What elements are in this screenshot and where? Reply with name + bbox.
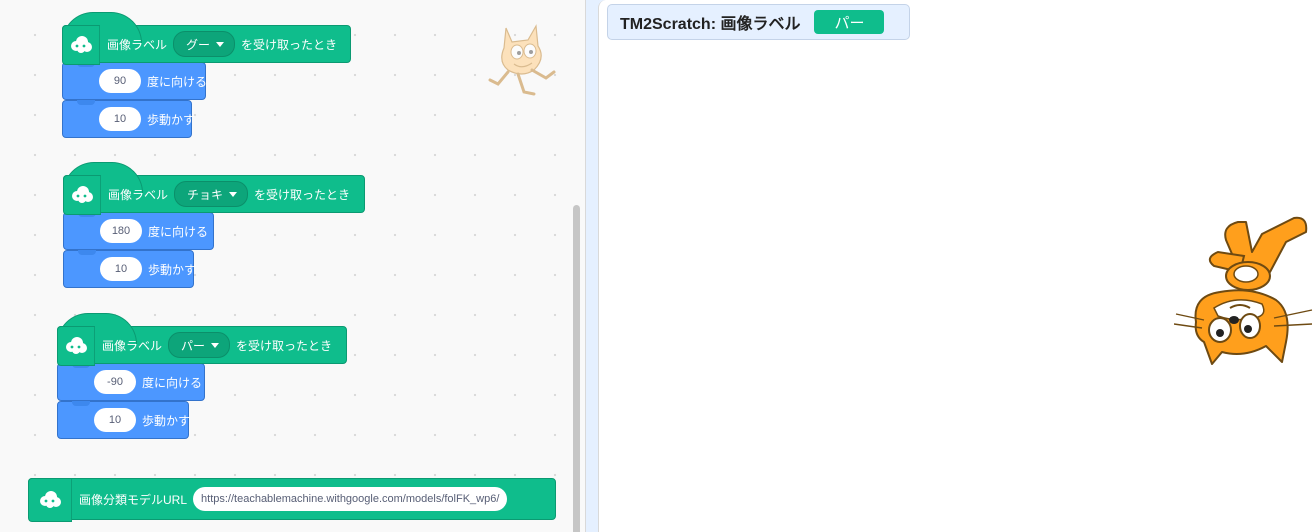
turn-block-label: 度に向ける: [148, 224, 209, 239]
move-block-label: 歩動かす: [147, 112, 196, 127]
chevron-down-icon: [211, 342, 220, 348]
teachable-machine-icon: [63, 175, 101, 215]
hat-label-suffix: を受け取ったとき: [241, 37, 338, 52]
teachable-machine-icon: [62, 25, 100, 65]
hat-label-text: 画像ラベル: [102, 338, 163, 353]
move-block-label: 歩動かす: [142, 413, 191, 428]
move-steps-input[interactable]: 10: [100, 257, 142, 281]
move-block[interactable]: 10 歩動かす: [62, 100, 196, 138]
move-steps-input[interactable]: 10: [99, 107, 141, 131]
move-block[interactable]: 10 歩動かす: [63, 250, 197, 288]
turn-degrees-input[interactable]: 180: [100, 219, 142, 243]
teachable-machine-icon: [28, 478, 72, 522]
monitor-value: パー: [814, 10, 885, 34]
teachable-machine-icon: [57, 326, 95, 366]
label-dropdown[interactable]: チョキ: [174, 181, 249, 207]
turn-block[interactable]: 180 度に向ける: [63, 212, 214, 250]
hat-label-text: 画像ラベル: [107, 37, 168, 52]
hat-label-suffix: を受け取ったとき: [254, 187, 351, 202]
chevron-down-icon: [229, 191, 238, 197]
stage[interactable]: TM2Scratch: 画像ラベル パー: [598, 0, 1315, 532]
workspace-scrollbar-thumb[interactable]: [573, 205, 580, 532]
move-block-label: 歩動かす: [148, 262, 197, 277]
move-steps-input[interactable]: 10: [94, 408, 136, 432]
model-url-label: 画像分類モデルURL: [79, 492, 188, 507]
move-block[interactable]: 10 歩動かす: [57, 401, 191, 439]
turn-block[interactable]: -90 度に向ける: [57, 363, 205, 401]
image-label-hat-block[interactable]: 画像ラベル パー を受け取ったとき: [57, 313, 347, 366]
turn-block-label: 度に向ける: [147, 74, 208, 89]
label-dropdown[interactable]: パー: [168, 332, 231, 358]
code-workspace[interactable]: 90 度に向ける 10 歩動かす 画像ラベル グー を受け取ったとき 180 度…: [0, 0, 586, 532]
turn-degrees-input[interactable]: 90: [99, 69, 141, 93]
label-dropdown[interactable]: グー: [173, 31, 236, 57]
hat-label-suffix: を受け取ったとき: [236, 338, 333, 353]
turn-degrees-input[interactable]: -90: [94, 370, 136, 394]
image-label-hat-block[interactable]: 画像ラベル グー を受け取ったとき: [62, 12, 351, 65]
label-dropdown-value: パー: [181, 338, 206, 353]
variable-monitor[interactable]: TM2Scratch: 画像ラベル パー: [607, 4, 910, 40]
hat-label-text: 画像ラベル: [108, 187, 169, 202]
model-url-input[interactable]: https://teachablemachine.withgoogle.com/…: [193, 487, 508, 511]
sprite-watermark-icon: [488, 24, 556, 96]
turn-block[interactable]: 90 度に向ける: [62, 62, 208, 100]
scratch-cat-sprite[interactable]: [1174, 212, 1314, 372]
model-url-block[interactable]: 画像分類モデルURL https://teachablemachine.with…: [28, 478, 556, 522]
image-label-hat-block[interactable]: 画像ラベル チョキ を受け取ったとき: [63, 162, 365, 215]
monitor-label: TM2Scratch: 画像ラベル: [620, 16, 801, 33]
turn-block-label: 度に向ける: [142, 375, 203, 390]
label-dropdown-value: グー: [186, 37, 211, 52]
label-dropdown-value: チョキ: [187, 187, 224, 202]
chevron-down-icon: [216, 41, 225, 47]
